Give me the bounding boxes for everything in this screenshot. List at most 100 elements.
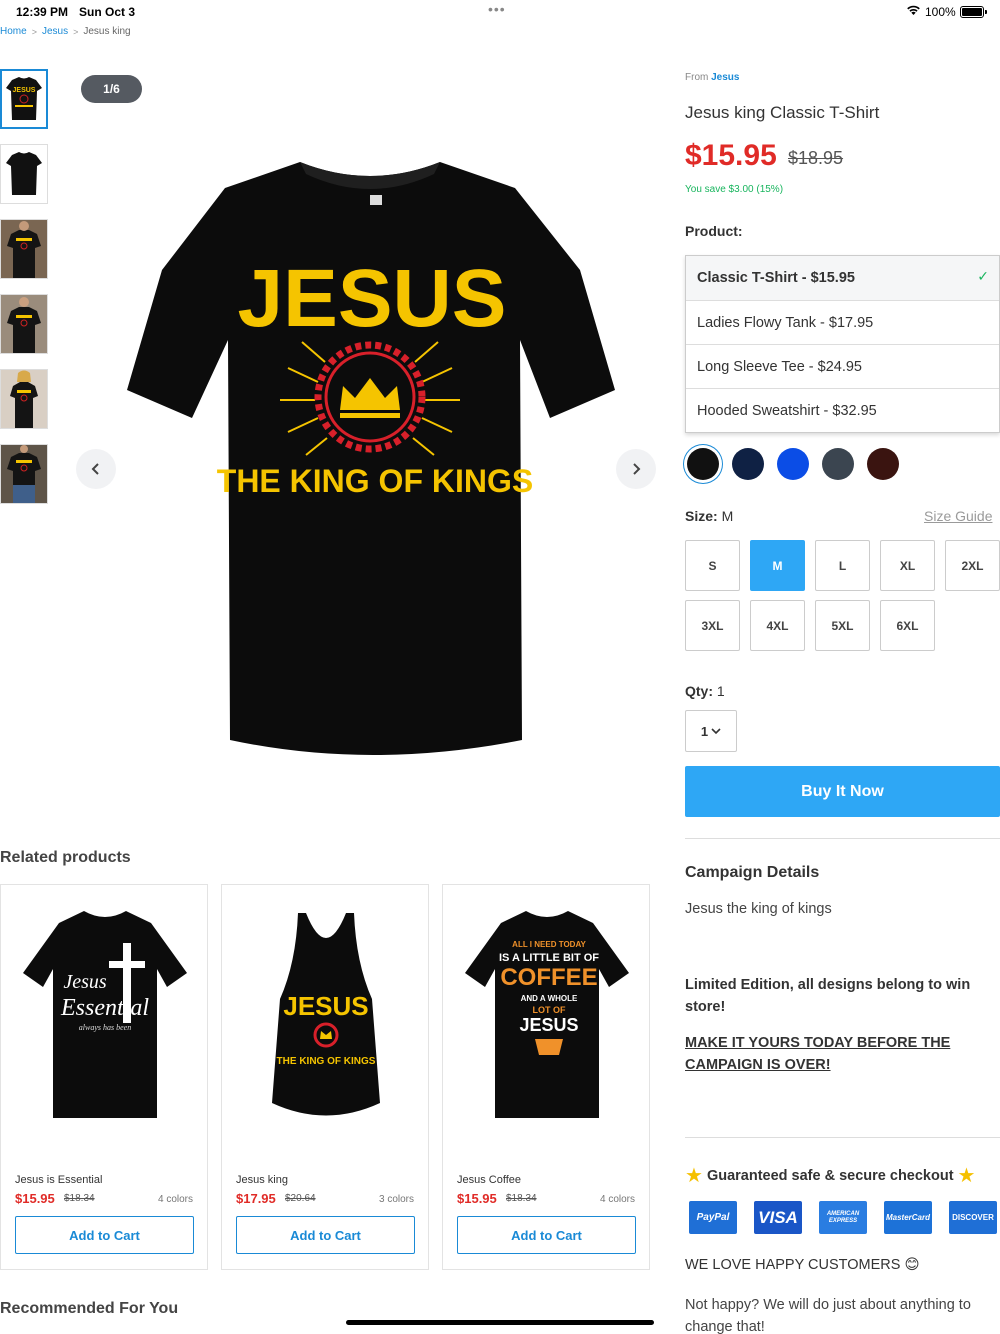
breadcrumb-collection[interactable]: Jesus bbox=[42, 26, 68, 37]
check-icon: ✓ bbox=[977, 268, 989, 284]
next-image-button[interactable] bbox=[616, 449, 656, 489]
breadcrumb-current: Jesus king bbox=[83, 26, 131, 37]
divider bbox=[685, 1137, 1000, 1138]
status-time: 12:39 PM bbox=[16, 5, 69, 19]
amex-logo: AMERICAN EXPRESS bbox=[819, 1201, 867, 1234]
product-option[interactable]: Ladies Flowy Tank - $17.95 bbox=[686, 300, 999, 344]
related-product-name[interactable]: Jesus king bbox=[236, 1174, 288, 1186]
secure-checkout-text: Guaranteed safe & secure checkout bbox=[706, 1167, 954, 1184]
home-indicator[interactable] bbox=[346, 1320, 654, 1325]
thumbnail-4[interactable] bbox=[0, 294, 48, 354]
color-swatch[interactable] bbox=[777, 448, 809, 480]
related-product-card[interactable]: Jesus Essential always has been Jesus is… bbox=[0, 884, 208, 1270]
thumbnail-5[interactable] bbox=[0, 369, 48, 429]
status-bar: 12:39 PM Sun Oct 3 ••• 100% bbox=[0, 0, 1000, 24]
related-product-image[interactable]: JESUS THE KING OF KINGS bbox=[240, 903, 412, 1128]
related-product-name[interactable]: Jesus Coffee bbox=[457, 1174, 521, 1186]
size-button-5xl[interactable]: 5XL bbox=[815, 600, 870, 651]
add-to-cart-button[interactable]: Add to Cart bbox=[236, 1216, 415, 1254]
from-line: From Jesus bbox=[685, 72, 739, 83]
recommended-title: Recommended For You bbox=[0, 1300, 179, 1317]
svg-text:always has been: always has been bbox=[79, 1023, 131, 1032]
size-button-m[interactable]: M bbox=[750, 540, 805, 591]
svg-text:IS A LITTLE BIT OF: IS A LITTLE BIT OF bbox=[499, 952, 599, 964]
related-product-old-price: $18.34 bbox=[64, 1193, 95, 1204]
product-title: Jesus king Classic T-Shirt bbox=[685, 103, 880, 122]
mastercard-logo: MasterCard bbox=[884, 1201, 932, 1234]
svg-text:AND A WHOLE: AND A WHOLE bbox=[521, 994, 578, 1003]
qty-label: Qty: 1 bbox=[685, 683, 725, 699]
product-type-dropdown: Classic T-Shirt - $15.95 ✓ Ladies Flowy T… bbox=[685, 255, 1000, 433]
related-product-price: $17.95 bbox=[236, 1191, 276, 1206]
related-product-card[interactable]: ALL I NEED TODAY IS A LITTLE BIT OF COFF… bbox=[442, 884, 650, 1270]
status-date: Sun Oct 3 bbox=[79, 5, 136, 19]
add-to-cart-button[interactable]: Add to Cart bbox=[15, 1216, 194, 1254]
size-button-2xl[interactable]: 2XL bbox=[945, 540, 1000, 591]
main-product-image[interactable]: JESUS THE KING OF KINGS bbox=[120, 150, 620, 770]
chevron-down-icon bbox=[711, 728, 721, 735]
product-option[interactable]: Long Sleeve Tee - $24.95 bbox=[686, 344, 999, 388]
related-product-old-price: $20.64 bbox=[285, 1193, 316, 1204]
qty-select[interactable]: 1 bbox=[685, 710, 737, 752]
chevron-right-icon bbox=[633, 463, 641, 475]
size-button-s[interactable]: S bbox=[685, 540, 740, 591]
design-bottom-text: THE KING OF KINGS bbox=[217, 463, 533, 499]
color-swatch[interactable] bbox=[822, 448, 854, 480]
color-swatch[interactable] bbox=[687, 448, 719, 480]
related-product-colors: 4 colors bbox=[157, 1194, 193, 1205]
image-counter: 1/6 bbox=[81, 75, 142, 103]
paypal-logo: PayPal bbox=[689, 1201, 737, 1234]
related-product-card[interactable]: JESUS THE KING OF KINGS Jesus king $17.9… bbox=[221, 884, 429, 1270]
size-button-6xl[interactable]: 6XL bbox=[880, 600, 935, 651]
svg-text:Essential: Essential bbox=[60, 995, 149, 1021]
thumbnail-3[interactable] bbox=[0, 219, 48, 279]
product-option[interactable]: Hooded Sweatshirt - $32.95 bbox=[686, 388, 999, 432]
size-button-xl[interactable]: XL bbox=[880, 540, 935, 591]
svg-text:Jesus: Jesus bbox=[63, 971, 107, 993]
breadcrumb-home[interactable]: Home bbox=[0, 26, 27, 37]
secure-checkout-heading: ★ Guaranteed safe & secure checkout ★ bbox=[685, 1163, 975, 1188]
size-guide-link[interactable]: Size Guide bbox=[924, 508, 992, 524]
campaign-cta-link[interactable]: MAKE IT YOURS TODAY BEFORE THE CAMPAIGN … bbox=[685, 1032, 985, 1076]
qty-select-value: 1 bbox=[700, 723, 709, 739]
previous-image-button[interactable] bbox=[76, 449, 116, 489]
buy-it-now-button[interactable]: Buy It Now bbox=[685, 766, 1000, 817]
breadcrumb: Home > Jesus > Jesus king bbox=[0, 26, 131, 37]
related-product-colors: 3 colors bbox=[378, 1194, 414, 1205]
color-swatch[interactable] bbox=[732, 448, 764, 480]
add-to-cart-button[interactable]: Add to Cart bbox=[457, 1216, 636, 1254]
svg-text:JESUS: JESUS bbox=[519, 1015, 578, 1035]
size-button-4xl[interactable]: 4XL bbox=[750, 600, 805, 651]
chevron-left-icon bbox=[91, 463, 99, 475]
color-swatch[interactable] bbox=[867, 448, 899, 480]
star-icon: ★ bbox=[957, 1165, 976, 1187]
related-product-image[interactable]: Jesus Essential always has been bbox=[19, 903, 191, 1128]
product-option[interactable]: Classic T-Shirt - $15.95 ✓ bbox=[686, 256, 999, 300]
thumbnail-2[interactable] bbox=[0, 144, 48, 204]
qty-value: 1 bbox=[716, 683, 725, 699]
campaign-description: Jesus the king of kings bbox=[685, 901, 832, 917]
size-button-l[interactable]: L bbox=[815, 540, 870, 591]
divider bbox=[685, 838, 1000, 839]
chevron-right-icon: > bbox=[73, 26, 79, 37]
color-swatches bbox=[685, 448, 899, 480]
from-collection-link[interactable]: Jesus bbox=[711, 72, 739, 83]
campaign-details-title: Campaign Details bbox=[685, 864, 820, 881]
related-product-colors: 4 colors bbox=[599, 1194, 635, 1205]
thumbnail-6[interactable] bbox=[0, 444, 48, 504]
product-old-price: $18.95 bbox=[788, 148, 844, 168]
size-value: M bbox=[721, 508, 734, 524]
payment-methods: PayPal VISA AMERICAN EXPRESS MasterCard … bbox=[689, 1201, 997, 1234]
related-product-price: $15.95 bbox=[15, 1191, 55, 1206]
related-product-name[interactable]: Jesus is Essential bbox=[15, 1174, 102, 1186]
product-price: $15.95 bbox=[685, 139, 777, 172]
related-product-image[interactable]: ALL I NEED TODAY IS A LITTLE BIT OF COFF… bbox=[461, 903, 633, 1128]
product-option-label: Long Sleeve Tee - $24.95 bbox=[697, 358, 863, 375]
product-option-label: Classic T-Shirt - $15.95 bbox=[697, 270, 855, 286]
svg-text:LOT OF: LOT OF bbox=[533, 1005, 566, 1015]
thumbnail-1[interactable]: JESUS bbox=[0, 69, 48, 129]
limited-edition-text: Limited Edition, all designs belong to w… bbox=[685, 977, 971, 1015]
multitask-dots-icon[interactable]: ••• bbox=[488, 1, 506, 17]
from-label: From bbox=[685, 72, 709, 83]
size-button-3xl[interactable]: 3XL bbox=[685, 600, 740, 651]
